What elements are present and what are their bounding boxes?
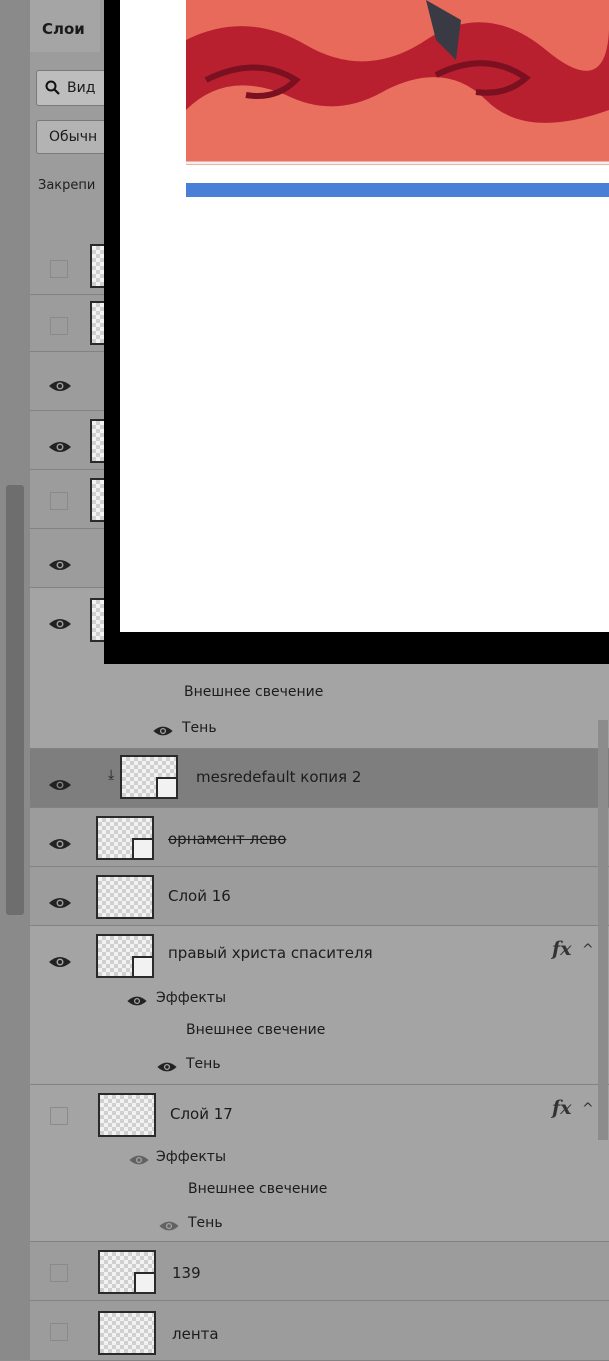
smart-object-icon bbox=[134, 1272, 156, 1294]
fx-icon[interactable]: fx bbox=[552, 1097, 572, 1119]
document-canvas[interactable] bbox=[120, 0, 609, 632]
visibility-toggle-off[interactable] bbox=[50, 1107, 68, 1125]
layer-thumbnail bbox=[98, 1250, 156, 1294]
lock-label: Закрепи bbox=[38, 178, 96, 193]
ornament-pattern bbox=[186, 0, 609, 165]
eye-icon[interactable] bbox=[48, 553, 72, 577]
eye-icon[interactable] bbox=[48, 832, 72, 856]
eye-icon[interactable] bbox=[48, 612, 72, 636]
link-icon: ⤓ bbox=[108, 767, 115, 783]
eye-icon[interactable] bbox=[48, 435, 72, 459]
fx-icon[interactable]: fx bbox=[552, 938, 572, 960]
layer-thumbnail bbox=[96, 934, 154, 978]
effects-label[interactable]: Эффекты bbox=[156, 990, 226, 1006]
layer-thumbnail bbox=[96, 875, 154, 919]
left-scrollbar[interactable] bbox=[6, 485, 24, 915]
effect-shadow[interactable]: Тень bbox=[188, 1215, 223, 1231]
layer-thumbnail bbox=[98, 1093, 156, 1137]
effect-outer-glow[interactable]: Внешнее свечение bbox=[184, 684, 323, 700]
layer-row-with-effects[interactable]: правый христа спасителя fx ^ Эффекты Вне… bbox=[30, 926, 609, 1085]
layer-name[interactable]: 139 bbox=[172, 1264, 201, 1282]
blend-mode-value: Обычн bbox=[49, 129, 98, 145]
layer-row[interactable]: орнамент лево bbox=[30, 808, 609, 867]
layer-thumbnail bbox=[98, 1311, 156, 1355]
eye-icon[interactable] bbox=[126, 994, 148, 1008]
chevron-up-icon[interactable]: ^ bbox=[582, 942, 594, 958]
eye-icon[interactable] bbox=[48, 950, 72, 974]
layer-name[interactable]: Слой 17 bbox=[170, 1105, 233, 1123]
layer-name[interactable]: mesredefault копия 2 bbox=[196, 768, 361, 786]
search-icon bbox=[45, 80, 60, 95]
layer-name[interactable]: правый христа спасителя bbox=[168, 944, 373, 962]
effect-outer-glow[interactable]: Внешнее свечение bbox=[188, 1181, 327, 1197]
tab-layers-label: Слои bbox=[42, 20, 85, 38]
layer-row-with-effects[interactable]: Слой 17 fx ^ Эффекты Внешнее свечение Те… bbox=[30, 1085, 609, 1242]
layer-name[interactable]: Слой 16 bbox=[168, 887, 231, 905]
visibility-toggle-off[interactable] bbox=[50, 1264, 68, 1282]
ornament-artwork-image bbox=[186, 0, 609, 165]
effect-outer-glow[interactable]: Внешнее свечение bbox=[186, 1022, 325, 1038]
eye-icon[interactable] bbox=[152, 724, 174, 738]
layer-name[interactable]: орнамент лево bbox=[168, 830, 286, 848]
chevron-up-icon[interactable]: ^ bbox=[582, 1101, 594, 1117]
search-filter-label: Вид bbox=[67, 80, 96, 96]
layer-row[interactable]: 139 bbox=[30, 1242, 609, 1301]
smart-object-icon bbox=[132, 838, 154, 860]
visibility-toggle-off[interactable] bbox=[50, 492, 68, 510]
blue-stripe bbox=[186, 183, 609, 197]
eye-icon-dimmed[interactable] bbox=[158, 1219, 180, 1233]
smart-object-icon bbox=[132, 956, 154, 978]
eye-icon-dimmed[interactable] bbox=[128, 1153, 150, 1167]
layer-thumbnail bbox=[96, 816, 154, 860]
smart-object-icon bbox=[156, 777, 178, 799]
visibility-toggle-off[interactable] bbox=[50, 1323, 68, 1341]
layers-scrollbar[interactable] bbox=[598, 720, 608, 1140]
layer-name[interactable]: лента bbox=[172, 1325, 219, 1343]
layer-row[interactable]: лента bbox=[30, 1301, 609, 1361]
document-canvas-frame[interactable] bbox=[104, 0, 609, 664]
visibility-toggle-off[interactable] bbox=[50, 317, 68, 335]
tab-layers[interactable]: Слои bbox=[30, 0, 100, 52]
layer-row[interactable]: Слой 16 bbox=[30, 867, 609, 926]
eye-icon[interactable] bbox=[156, 1060, 178, 1074]
layer-thumbnail bbox=[120, 755, 178, 799]
visibility-toggle-off[interactable] bbox=[50, 260, 68, 278]
effect-shadow[interactable]: Тень bbox=[186, 1056, 221, 1072]
layer-row-selected[interactable]: ⤓ mesredefault копия 2 bbox=[30, 749, 609, 808]
eye-icon[interactable] bbox=[48, 773, 72, 797]
eye-icon[interactable] bbox=[48, 374, 72, 398]
eye-icon[interactable] bbox=[48, 891, 72, 915]
left-toolbar-strip bbox=[0, 0, 30, 1360]
effect-shadow[interactable]: Тень bbox=[182, 720, 217, 736]
effects-label[interactable]: Эффекты bbox=[156, 1149, 226, 1165]
